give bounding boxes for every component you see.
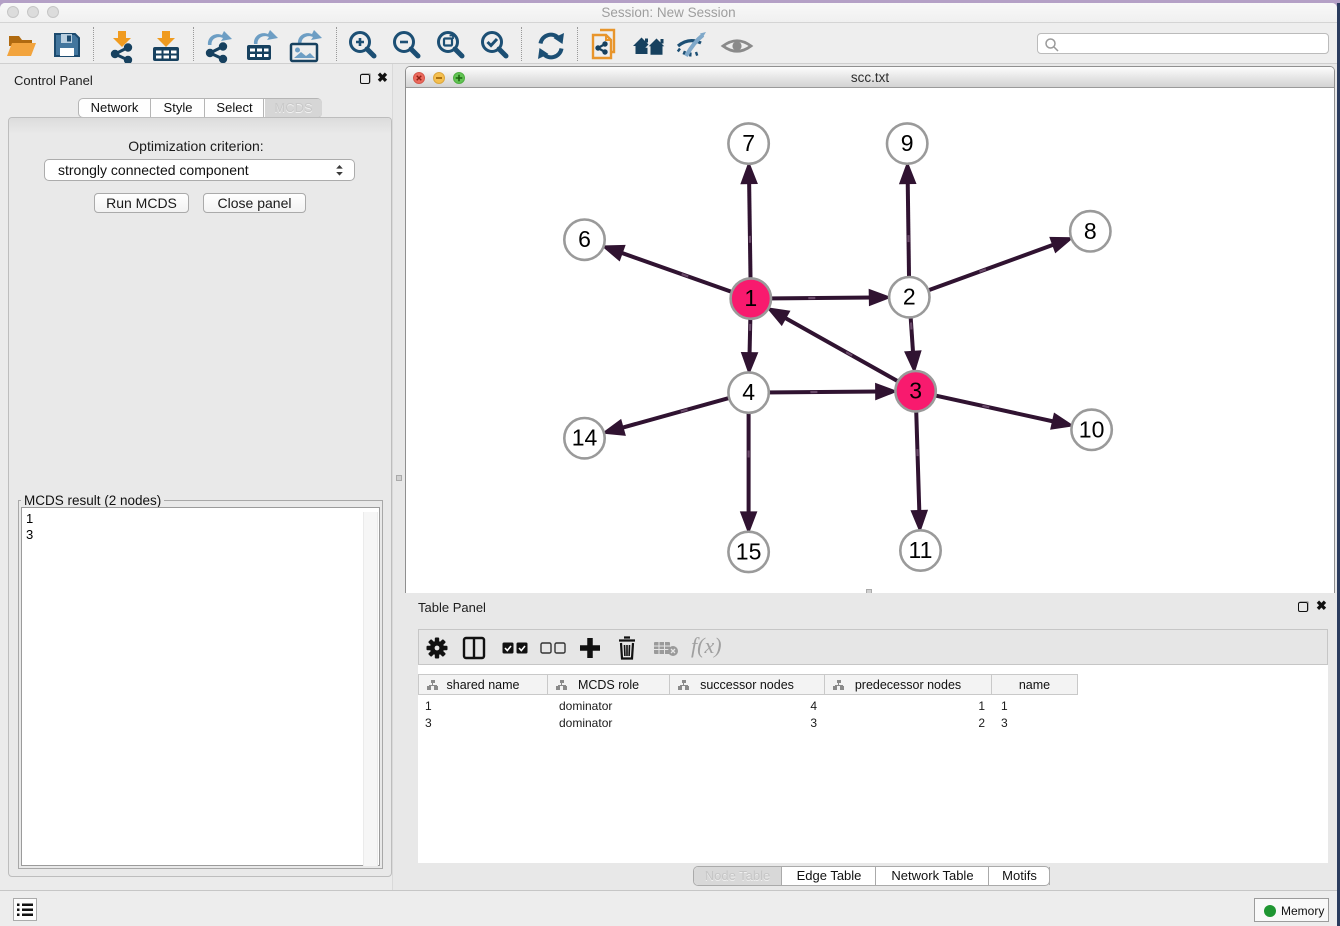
svg-text:11: 11	[909, 537, 933, 563]
svg-text:8: 8	[1084, 218, 1097, 244]
svg-text:2: 2	[903, 284, 916, 310]
svg-text:14: 14	[572, 425, 598, 451]
svg-text:1: 1	[744, 285, 757, 311]
svg-text:6: 6	[578, 226, 591, 252]
svg-text:4: 4	[742, 379, 755, 405]
svg-text:9: 9	[901, 130, 914, 156]
svg-text:7: 7	[742, 130, 755, 156]
svg-text:15: 15	[736, 538, 762, 564]
svg-text:10: 10	[1079, 416, 1105, 442]
svg-text:3: 3	[909, 378, 922, 404]
